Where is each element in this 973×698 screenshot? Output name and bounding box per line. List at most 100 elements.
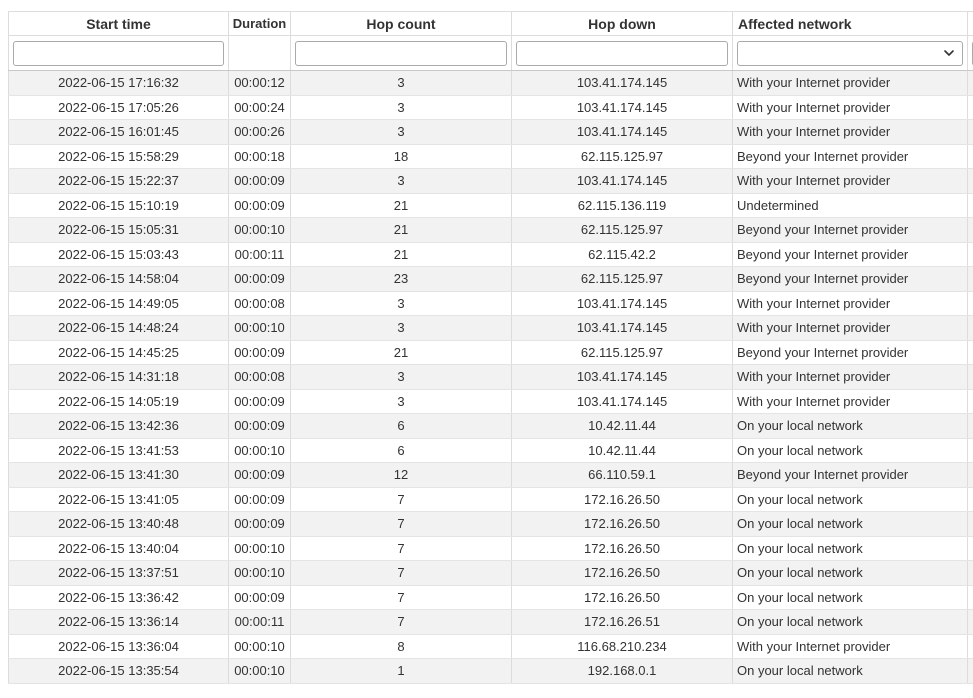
cell-duration: 00:00:12 <box>228 70 291 96</box>
cell-start-time: 2022-06-15 15:03:43 <box>8 242 229 267</box>
cell-duration: 00:00:08 <box>228 364 291 390</box>
cell-start-time: 2022-06-15 15:05:31 <box>8 217 229 243</box>
table-row[interactable]: 2022-06-15 13:36:14 00:00:11 7 172.16.26.51… <box>8 609 973 635</box>
cell-extra <box>967 389 973 414</box>
cell-start-time: 2022-06-15 13:42:36 <box>8 413 229 439</box>
cell-hop-count: 3 <box>290 168 512 194</box>
cell-affected-network: On your local network <box>732 609 968 635</box>
cell-start-time: 2022-06-15 14:05:19 <box>8 389 229 414</box>
column-header-start-time[interactable]: Start time <box>8 11 229 36</box>
cell-start-time: 2022-06-15 13:37:51 <box>8 560 229 586</box>
table-row[interactable]: 2022-06-15 13:42:36 00:00:09 6 10.42.11.44 O… <box>8 413 973 439</box>
cell-extra <box>967 340 973 365</box>
table-row[interactable]: 2022-06-15 13:36:42 00:00:09 7 172.16.26.50… <box>8 585 973 610</box>
cell-hop-count: 21 <box>290 193 512 218</box>
table-row[interactable]: 2022-06-15 13:40:04 00:00:10 7 172.16.26.50… <box>8 536 973 561</box>
cell-hop-down: 62.115.136.119 <box>511 193 733 218</box>
cell-hop-down: 103.41.174.145 <box>511 291 733 316</box>
cell-affected-network: On your local network <box>732 438 968 463</box>
cell-affected-network: On your local network <box>732 536 968 561</box>
cell-affected-network: With your Internet provider <box>732 119 968 145</box>
cell-duration: 00:00:09 <box>228 413 291 439</box>
cell-start-time: 2022-06-15 14:49:05 <box>8 291 229 316</box>
table-row[interactable]: 2022-06-15 13:36:04 00:00:10 8 116.68.210.2… <box>8 634 973 659</box>
cell-extra <box>967 536 973 561</box>
table-row[interactable]: 2022-06-15 14:31:18 00:00:08 3 103.41.174.1… <box>8 364 973 390</box>
table-row[interactable]: 2022-06-15 14:49:05 00:00:08 3 103.41.174.1… <box>8 291 973 316</box>
cell-extra <box>967 585 973 610</box>
cell-hop-count: 6 <box>290 413 512 439</box>
affected-network-filter-select[interactable] <box>737 40 963 66</box>
cell-hop-down: 103.41.174.145 <box>511 70 733 96</box>
cell-duration: 00:00:10 <box>228 217 291 243</box>
cell-duration: 00:00:09 <box>228 266 291 292</box>
column-header-hop-count[interactable]: Hop count <box>290 11 512 36</box>
cell-duration: 00:00:10 <box>228 536 291 561</box>
cell-start-time: 2022-06-15 14:45:25 <box>8 340 229 365</box>
cell-hop-count: 7 <box>290 609 512 635</box>
hop-count-filter-input[interactable] <box>295 40 507 66</box>
cell-duration: 00:00:09 <box>228 511 291 537</box>
cell-affected-network: Beyond your Internet provider <box>732 340 968 365</box>
cell-duration: 00:00:09 <box>228 487 291 512</box>
hop-down-filter-input[interactable] <box>516 40 728 66</box>
column-header-hop-down[interactable]: Hop down <box>511 11 733 36</box>
cell-start-time: 2022-06-15 14:58:04 <box>8 266 229 292</box>
table-row[interactable]: 2022-06-15 15:22:37 00:00:09 3 103.41.174.1… <box>8 168 973 194</box>
cell-hop-count: 7 <box>290 487 512 512</box>
cell-duration: 00:00:10 <box>228 658 291 684</box>
filter-cell-start-time <box>8 35 229 71</box>
cell-affected-network: On your local network <box>732 413 968 439</box>
table-row[interactable]: 2022-06-15 17:05:26 00:00:24 3 103.41.174.1… <box>8 95 973 120</box>
column-header-duration[interactable]: Duration <box>228 11 291 36</box>
table-row[interactable]: 2022-06-15 14:48:24 00:00:10 3 103.41.174.1… <box>8 315 973 341</box>
cell-affected-network: On your local network <box>732 560 968 586</box>
cell-hop-count: 23 <box>290 266 512 292</box>
cell-hop-down: 172.16.26.50 <box>511 511 733 537</box>
cell-affected-network: With your Internet provider <box>732 95 968 120</box>
table-row[interactable]: 2022-06-15 14:45:25 00:00:09 21 62.115.125.… <box>8 340 973 365</box>
table-row[interactable]: 2022-06-15 13:35:54 00:00:10 1 192.168.0.1 O… <box>8 658 973 684</box>
cell-extra <box>967 609 973 635</box>
cell-hop-count: 12 <box>290 462 512 488</box>
table-row[interactable]: 2022-06-15 17:16:32 00:00:12 3 103.41.174.1… <box>8 70 973 96</box>
cell-hop-down: 66.110.59.1 <box>511 462 733 488</box>
table-row[interactable]: 2022-06-15 15:58:29 00:00:18 18 62.115.125.… <box>8 144 973 169</box>
table-row[interactable]: 2022-06-15 15:03:43 00:00:11 21 62.115.42.2… <box>8 242 973 267</box>
filter-cell-hop-count <box>290 35 512 71</box>
start-time-filter-input[interactable] <box>13 40 224 66</box>
table-row[interactable]: 2022-06-15 14:58:04 00:00:09 23 62.115.125.… <box>8 266 973 292</box>
cell-hop-down: 62.115.125.97 <box>511 340 733 365</box>
cell-hop-count: 21 <box>290 242 512 267</box>
cell-extra <box>967 511 973 537</box>
cell-duration: 00:00:10 <box>228 438 291 463</box>
cell-hop-down: 172.16.26.51 <box>511 609 733 635</box>
cell-start-time: 2022-06-15 15:58:29 <box>8 144 229 169</box>
cell-hop-down: 103.41.174.145 <box>511 95 733 120</box>
table-row[interactable]: 2022-06-15 15:10:19 00:00:09 21 62.115.136.… <box>8 193 973 218</box>
table-row[interactable]: 2022-06-15 13:41:53 00:00:10 6 10.42.11.44 O… <box>8 438 973 463</box>
table-row[interactable]: 2022-06-15 13:37:51 00:00:10 7 172.16.26.50… <box>8 560 973 586</box>
table-row[interactable]: 2022-06-15 15:05:31 00:00:10 21 62.115.125.… <box>8 217 973 243</box>
table-row[interactable]: 2022-06-15 13:41:30 00:00:09 12 66.110.59.1… <box>8 462 973 488</box>
cell-duration: 00:00:10 <box>228 634 291 659</box>
cell-extra <box>967 364 973 390</box>
cell-extra <box>967 291 973 316</box>
table-row[interactable]: 2022-06-15 16:01:45 00:00:26 3 103.41.174.1… <box>8 119 973 145</box>
cell-extra <box>967 634 973 659</box>
table-row[interactable]: 2022-06-15 14:05:19 00:00:09 3 103.41.174.1… <box>8 389 973 414</box>
column-header-affected-network[interactable]: Affected network <box>732 11 968 36</box>
cell-hop-count: 6 <box>290 438 512 463</box>
table-row[interactable]: 2022-06-15 13:40:48 00:00:09 7 172.16.26.50… <box>8 511 973 537</box>
cell-start-time: 2022-06-15 13:35:54 <box>8 658 229 684</box>
cell-hop-down: 62.115.125.97 <box>511 266 733 292</box>
cell-affected-network: With your Internet provider <box>732 364 968 390</box>
cell-duration: 00:00:18 <box>228 144 291 169</box>
cell-extra <box>967 560 973 586</box>
cell-hop-down: 103.41.174.145 <box>511 168 733 194</box>
cell-duration: 00:00:10 <box>228 315 291 341</box>
outage-table: Start time Duration Hop count Hop down A… <box>8 11 973 684</box>
table-row[interactable]: 2022-06-15 13:41:05 00:00:09 7 172.16.26.50… <box>8 487 973 512</box>
cell-extra <box>967 168 973 194</box>
cell-start-time: 2022-06-15 15:22:37 <box>8 168 229 194</box>
